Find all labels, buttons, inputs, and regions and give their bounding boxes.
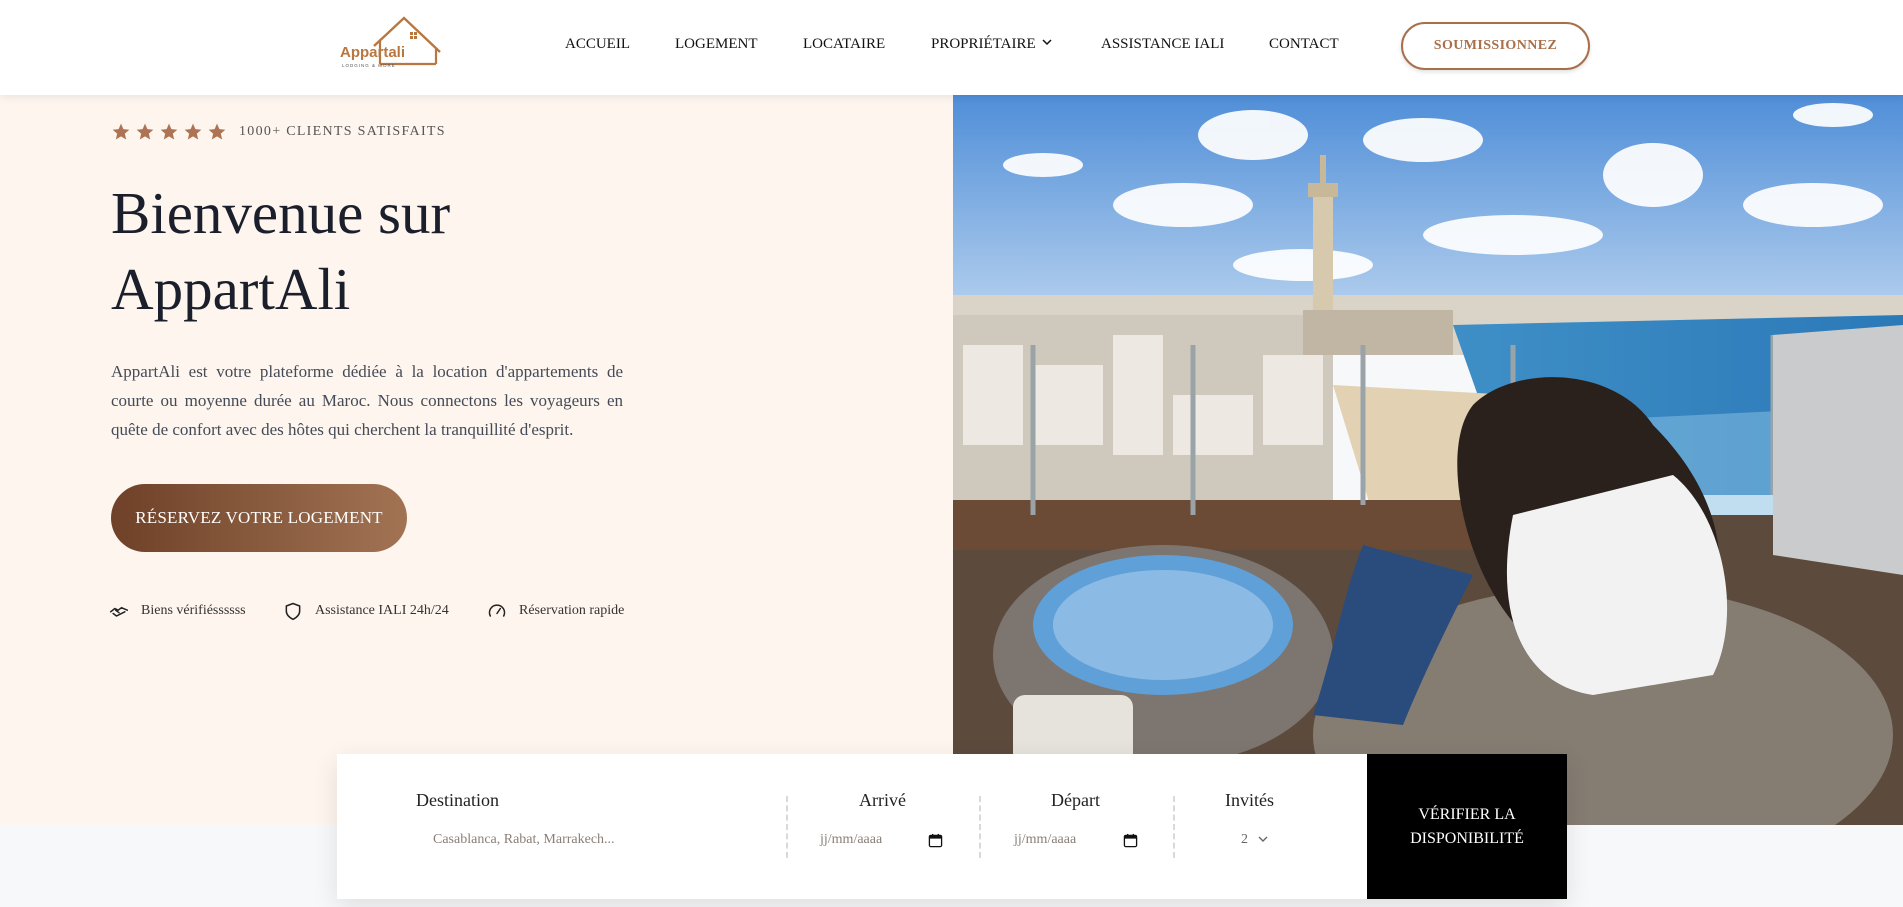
feature-assistance: Assistance IALI 24h/24 xyxy=(283,601,449,621)
divider xyxy=(1173,796,1175,858)
rating-stars xyxy=(111,122,227,142)
feature-fast-booking-label: Réservation rapide xyxy=(519,603,625,618)
nav-accueil[interactable]: ACCUEIL xyxy=(565,36,630,53)
calendar-icon[interactable] xyxy=(928,833,943,848)
handshake-icon xyxy=(109,606,129,617)
availability-search-bar: Destination Casablanca, Rabat, Marrakech… xyxy=(337,754,1567,899)
feature-fast-booking: Réservation rapide xyxy=(487,601,624,621)
chevron-down-icon xyxy=(1258,836,1267,842)
clients-count-label: 1000+ CLIENTS SATISFAITS xyxy=(239,124,446,139)
nav-logement[interactable]: LOGEMENT xyxy=(675,36,758,53)
casablanca-terrace-photo xyxy=(953,95,1903,825)
star-icon xyxy=(184,123,202,140)
hero-title: Bienvenue sur AppartAli xyxy=(111,175,631,327)
book-accommodation-button[interactable]: RÉSERVEZ VOTRE LOGEMENT xyxy=(111,484,407,552)
destination-label: Destination xyxy=(416,790,499,810)
destination-input[interactable]: Casablanca, Rabat, Marrakech... xyxy=(433,832,615,848)
appartali-logo[interactable]: Appartali LODGING & MORE xyxy=(338,12,444,72)
guests-select[interactable]: 2 xyxy=(1241,832,1268,848)
guests-label: Invités xyxy=(1225,790,1274,810)
feature-verified: Biens vérifiéssssss xyxy=(109,601,246,621)
star-icon xyxy=(112,123,130,140)
star-icon xyxy=(208,123,226,140)
nav-proprietaire[interactable]: PROPRIÉTAIRE xyxy=(931,36,1052,53)
divider xyxy=(786,796,788,858)
speedometer-icon xyxy=(488,604,506,617)
hero-title-line2: AppartAli xyxy=(111,256,351,322)
departure-label: Départ xyxy=(1051,790,1100,810)
logo-tagline: LODGING & MORE xyxy=(342,63,396,68)
nav-contact[interactable]: CONTACT xyxy=(1269,36,1339,53)
hero-description: AppartAli est votre plateforme dédiée à … xyxy=(111,362,623,439)
check-availability-button[interactable]: VÉRIFIER LA DISPONIBILITÉ xyxy=(1367,754,1567,899)
star-icon xyxy=(160,123,178,140)
arrival-label: Arrivé xyxy=(859,790,906,810)
star-icon xyxy=(136,123,154,140)
departure-date-input[interactable]: jj/mm/aaaa xyxy=(1014,832,1076,848)
arrival-date-input[interactable]: jj/mm/aaaa xyxy=(820,832,882,848)
nav-assistance-iali[interactable]: ASSISTANCE IALI xyxy=(1101,36,1224,53)
guests-value: 2 xyxy=(1241,832,1248,847)
nav-proprietaire-label: PROPRIÉTAIRE xyxy=(931,36,1036,52)
chevron-down-icon xyxy=(1042,39,1052,46)
divider xyxy=(979,796,981,858)
feature-assistance-label: Assistance IALI 24h/24 xyxy=(315,603,449,618)
hero-title-line1: Bienvenue sur xyxy=(111,180,451,246)
nav-locataire[interactable]: LOCATAIRE xyxy=(803,36,885,53)
feature-verified-label: Biens vérifiéssssss xyxy=(141,603,246,618)
calendar-icon[interactable] xyxy=(1123,833,1138,848)
hero-image xyxy=(953,95,1903,825)
logo-text: Appartali xyxy=(340,44,406,61)
shield-icon xyxy=(285,602,301,621)
site-header: Appartali LODGING & MORE ACCUEIL LOGEMEN… xyxy=(0,0,1903,95)
submit-offer-button[interactable]: SOUMISSIONNEZ xyxy=(1401,22,1590,70)
